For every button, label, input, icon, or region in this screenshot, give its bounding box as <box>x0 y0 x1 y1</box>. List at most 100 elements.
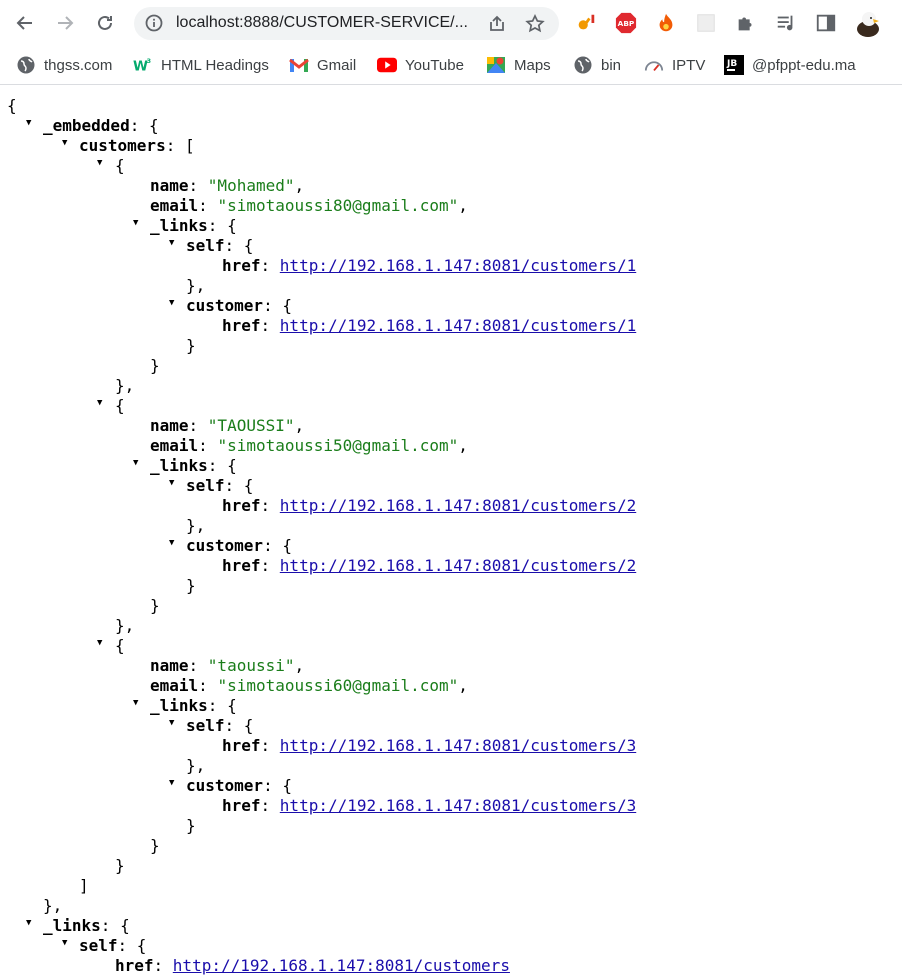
href-line: href: http://192.168.1.147:8081/customer… <box>115 956 510 975</box>
gauge-icon <box>644 55 664 75</box>
customer-link[interactable]: http://192.168.1.147:8081/customers/3 <box>280 796 636 815</box>
star-icon[interactable] <box>524 13 546 35</box>
w3schools-icon: W3 <box>133 55 153 75</box>
collapse-triangle-icon[interactable]: ▼ <box>62 139 67 148</box>
arrow-left-icon <box>16 16 32 30</box>
key-extension[interactable] <box>574 11 598 35</box>
self-link[interactable]: http://192.168.1.147:8081/customers/2 <box>280 496 636 515</box>
href-line: href: http://192.168.1.147:8081/customer… <box>222 496 637 515</box>
avatar[interactable] <box>854 9 882 37</box>
collapse-triangle-icon[interactable]: ▼ <box>97 159 102 168</box>
svg-text:JB: JB <box>726 59 737 69</box>
adblock-extension[interactable]: ABP <box>614 11 638 35</box>
flame-extension[interactable] <box>654 11 678 35</box>
info-icon[interactable] <box>144 13 164 33</box>
adblock-icon: ABP <box>615 12 637 34</box>
customer-name: "TAOUSSI" <box>207 416 295 435</box>
customer-name-line: name: "Mohamed", <box>150 176 305 195</box>
json-brace: } <box>150 596 160 615</box>
json-line: _links: { <box>150 456 237 475</box>
customer-email-line: email: "simotaoussi60@gmail.com", <box>150 676 468 695</box>
customer-email-line: email: "simotaoussi80@gmail.com", <box>150 196 468 215</box>
self-link[interactable]: http://192.168.1.147:8081/customers/3 <box>280 736 636 755</box>
self-link[interactable]: http://192.168.1.147:8081/customers/1 <box>280 256 636 275</box>
bookmark-html-headings[interactable]: W3 HTML Headings <box>133 54 269 76</box>
address-bar[interactable]: localhost:8888/CUSTOMER-SERVICE/... <box>134 7 559 40</box>
bookmark-youtube[interactable]: YouTube <box>377 54 464 76</box>
json-brace: }, <box>186 276 206 295</box>
bookmark-maps[interactable]: Maps <box>486 54 551 76</box>
collapse-triangle-icon[interactable]: ▼ <box>26 919 31 928</box>
svg-text:3: 3 <box>147 58 151 65</box>
reload-button[interactable] <box>91 9 119 37</box>
json-brace: { <box>115 156 125 175</box>
json-line: _links: { <box>43 916 130 935</box>
jetbrains-icon: JB <box>724 55 744 75</box>
customer-email: "simotaoussi60@gmail.com" <box>217 676 459 695</box>
json-brace: } <box>150 356 160 375</box>
share-icon[interactable] <box>486 13 508 35</box>
side-panel-button[interactable] <box>814 11 838 35</box>
collapse-triangle-icon[interactable]: ▼ <box>169 299 174 308</box>
svg-text:ABP: ABP <box>618 19 635 28</box>
customer-link[interactable]: http://192.168.1.147:8081/customers/1 <box>280 316 636 335</box>
maps-icon <box>486 55 506 75</box>
collapse-triangle-icon[interactable]: ▼ <box>97 399 102 408</box>
browser-toolbar: localhost:8888/CUSTOMER-SERVICE/... ABP <box>0 0 902 46</box>
collapse-triangle-icon[interactable]: ▼ <box>133 699 138 708</box>
collapse-triangle-icon[interactable]: ▼ <box>62 939 67 948</box>
collapse-triangle-icon[interactable]: ▼ <box>133 219 138 228</box>
extensions-button[interactable] <box>734 11 758 35</box>
json-line: customer: { <box>186 296 292 315</box>
json-brace: { <box>7 96 17 115</box>
back-button[interactable] <box>11 9 39 37</box>
customer-link[interactable]: http://192.168.1.147:8081/customers/2 <box>280 556 636 575</box>
url-text[interactable]: localhost:8888/CUSTOMER-SERVICE/... <box>176 14 481 32</box>
json-brace: } <box>186 816 196 835</box>
collapse-triangle-icon[interactable]: ▼ <box>26 119 31 128</box>
collapse-triangle-icon[interactable]: ▼ <box>169 779 174 788</box>
bookmark-pfppt[interactable]: JB @pfppt-edu.ma <box>724 54 856 76</box>
blank-extension[interactable] <box>694 11 718 35</box>
href-line: href: http://192.168.1.147:8081/customer… <box>222 256 637 275</box>
side-panel-icon <box>816 14 836 32</box>
collapse-triangle-icon[interactable]: ▼ <box>169 239 174 248</box>
bookmark-gmail[interactable]: Gmail <box>289 54 356 76</box>
forward-button[interactable] <box>51 9 79 37</box>
bookmarks-bar: thgss.com W3 HTML Headings Gmail YouTube… <box>0 46 902 85</box>
media-icon <box>777 15 793 31</box>
bookmark-iptv[interactable]: IPTV <box>644 54 705 76</box>
blank-extension-icon <box>697 14 715 32</box>
root-self-link[interactable]: http://192.168.1.147:8081/customers <box>173 956 510 975</box>
collapse-triangle-icon[interactable]: ▼ <box>169 719 174 728</box>
arrow-right-icon <box>58 16 74 30</box>
reload-icon <box>98 15 112 30</box>
eagle-avatar-icon <box>857 12 879 37</box>
json-line: self: { <box>79 936 147 955</box>
collapse-triangle-icon[interactable]: ▼ <box>133 459 138 468</box>
json-bracket: ] <box>79 876 89 895</box>
customer-name-line: name: "TAOUSSI", <box>150 416 305 435</box>
json-line: self: { <box>186 476 254 495</box>
customer-email-line: email: "simotaoussi50@gmail.com", <box>150 436 468 455</box>
customer-email: "simotaoussi80@gmail.com" <box>217 196 459 215</box>
json-line: self: { <box>186 236 254 255</box>
json-brace: }, <box>186 516 206 535</box>
json-line: self: { <box>186 716 254 735</box>
json-brace: } <box>186 576 196 595</box>
bookmark-thgss[interactable]: thgss.com <box>16 54 112 76</box>
json-line: customer: { <box>186 776 292 795</box>
json-line: _embedded: { <box>43 116 159 135</box>
collapse-triangle-icon[interactable]: ▼ <box>97 639 102 648</box>
globe-icon <box>16 55 36 75</box>
json-brace: { <box>115 636 125 655</box>
collapse-triangle-icon[interactable]: ▼ <box>169 479 174 488</box>
flame-icon <box>659 13 673 32</box>
collapse-triangle-icon[interactable]: ▼ <box>169 539 174 548</box>
media-control-button[interactable] <box>774 11 798 35</box>
json-brace: { <box>115 396 125 415</box>
customer-name-line: name: "taoussi", <box>150 656 305 675</box>
bookmark-bin[interactable]: bin <box>573 54 621 76</box>
youtube-icon <box>377 55 397 75</box>
gmail-icon <box>289 55 309 75</box>
